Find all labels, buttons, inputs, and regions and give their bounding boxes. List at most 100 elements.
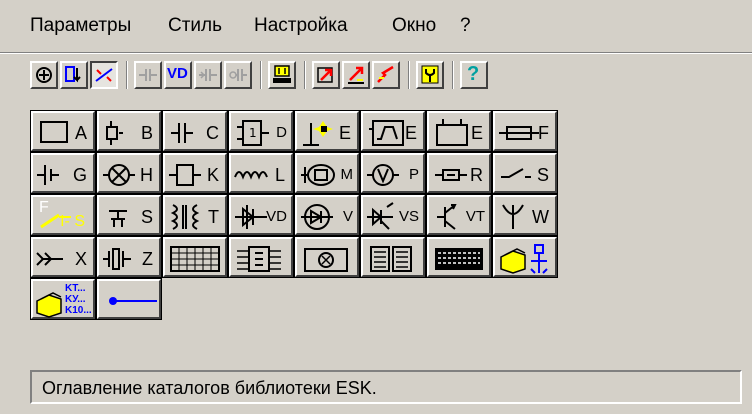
red-tool-button-3[interactable] <box>372 61 400 89</box>
red-tool-button-1[interactable] <box>312 61 340 89</box>
symbol-lamp-h[interactable]: H <box>96 152 162 194</box>
symbol-transformer-t[interactable]: T <box>162 194 228 236</box>
wire-dot-icon <box>109 297 157 305</box>
symbol-label: S <box>536 165 549 185</box>
numbered-device-icon: 1 <box>237 120 269 146</box>
flow-arrow-icon <box>65 66 81 83</box>
symbol-led-v[interactable]: V <box>294 194 360 236</box>
symbol-frame-a[interactable]: A <box>30 110 96 152</box>
coil-block-icon <box>169 164 201 186</box>
symbol-keyboard[interactable] <box>426 236 492 278</box>
help-question-icon: ? <box>467 63 480 85</box>
symbol-label: K <box>206 165 219 185</box>
symbol-label: F <box>538 123 549 143</box>
symbol-quartz-z[interactable]: Z <box>96 236 162 278</box>
symbol-fuse-f[interactable]: F <box>492 110 558 152</box>
transistor-icon <box>437 204 457 230</box>
catalog-tree-icon <box>500 244 548 274</box>
symbol-connector-x[interactable]: X <box>30 236 96 278</box>
contact-gray-button[interactable] <box>134 61 162 89</box>
menu-help[interactable]: ? <box>456 10 475 42</box>
symbol-resistor-r[interactable]: R <box>426 152 492 194</box>
terminal-block-icon <box>273 65 291 83</box>
inductor-icon <box>234 171 268 180</box>
symbol-label: VD <box>266 208 287 225</box>
symbol-label: S <box>140 207 153 227</box>
catalog-mini-label-1: KT... <box>65 283 86 294</box>
symbol-label: V <box>342 208 353 225</box>
symbol-label: H <box>140 165 153 185</box>
contact-gray-icon <box>139 69 157 81</box>
fuse-icon <box>499 126 539 140</box>
terminal-block-button[interactable] <box>268 61 296 89</box>
catalog-mini-label-3: K10... <box>65 305 92 316</box>
symbol-label: VS <box>398 208 419 225</box>
symbol-coil-k[interactable]: K <box>162 152 228 194</box>
contact-gray-button-3[interactable] <box>224 61 252 89</box>
vd-button[interactable]: VD <box>164 61 192 89</box>
battery-block-icon <box>436 119 468 146</box>
symbol-connector-block[interactable] <box>228 236 294 278</box>
symbol-key-switch-s[interactable]: F I- S <box>30 194 96 236</box>
symbol-label: Z <box>142 249 153 269</box>
menu-settings[interactable]: Настройка <box>250 10 352 42</box>
symbol-relay-b[interactable]: B <box>96 110 162 152</box>
red-arrow-box-icon <box>317 67 333 83</box>
symbol-label: E <box>404 123 417 143</box>
antenna-icon <box>502 204 524 229</box>
symbol-label: W <box>532 207 549 227</box>
symbol-document-pair[interactable] <box>360 236 426 278</box>
symbol-label: VT <box>465 208 485 225</box>
symbol-label: D <box>276 124 287 141</box>
symbol-transistor-vt[interactable]: VT <box>426 194 492 236</box>
symbol-label: C <box>206 123 219 143</box>
symbol-pulse-e[interactable]: E <box>360 110 426 152</box>
symbol-label: E <box>470 123 483 143</box>
symbol-label: L <box>274 165 285 185</box>
contact-gray-button-2[interactable] <box>194 61 222 89</box>
voltmeter-icon <box>367 164 399 186</box>
symbol-thyristor-vs[interactable]: VS <box>360 194 426 236</box>
symbol-ground-e[interactable]: E <box>294 110 360 152</box>
capacitor-icon <box>171 123 193 143</box>
symbol-label: T <box>208 207 219 227</box>
symbol-push-button-s[interactable]: S <box>96 194 162 236</box>
esk-window: Параметры Стиль Настройка Окно ? VD ? A … <box>0 0 752 414</box>
flow-tool-button[interactable] <box>60 61 88 89</box>
menu-window[interactable]: Окно <box>388 10 440 42</box>
symbol-antenna-w[interactable]: W <box>492 194 558 236</box>
status-left-area <box>0 367 28 407</box>
symbol-catalog-tree[interactable] <box>492 236 558 278</box>
symbol-capacitor-c[interactable]: C <box>162 110 228 152</box>
symbol-battery-e[interactable]: E <box>426 110 492 152</box>
help-button[interactable]: ? <box>460 61 488 89</box>
battery-cell-icon <box>37 165 59 185</box>
symbol-battery-g[interactable]: G <box>30 152 96 194</box>
symbol-label: M <box>340 166 354 183</box>
link-tool-button[interactable] <box>90 61 118 89</box>
crosshair-circle-icon <box>36 67 52 83</box>
toolbar-separator <box>304 61 306 89</box>
symbol-motor-m[interactable]: M <box>294 152 360 194</box>
symbol-voltmeter-p[interactable]: P <box>360 152 426 194</box>
menu-style[interactable]: Стиль <box>164 10 226 42</box>
menu-parameters[interactable]: Параметры <box>26 10 135 42</box>
catalog-index-button[interactable]: KT... KУ... K10... <box>30 278 96 320</box>
led-circle-icon <box>301 204 333 230</box>
red-zigzag-icon <box>377 65 394 83</box>
symbol-terminal-strip[interactable] <box>162 236 228 278</box>
symbol-switch-s[interactable]: S <box>492 152 558 194</box>
symbol-device-d[interactable]: 1 D <box>228 110 294 152</box>
push-button-icon <box>109 210 127 227</box>
red-tool-button-2[interactable] <box>342 61 370 89</box>
symbol-label: G <box>72 165 87 185</box>
settings-button[interactable] <box>416 61 444 89</box>
snap-tool-button[interactable] <box>30 61 58 89</box>
symbol-inductor-l[interactable]: L <box>228 152 294 194</box>
symbol-diode-vd[interactable]: VD <box>228 194 294 236</box>
symbol-lamp-panel[interactable] <box>294 236 360 278</box>
wire-connection-button[interactable] <box>96 278 162 320</box>
motor-icon <box>301 164 335 186</box>
pulse-block-icon <box>369 120 404 146</box>
connector-block-icon <box>237 246 281 272</box>
